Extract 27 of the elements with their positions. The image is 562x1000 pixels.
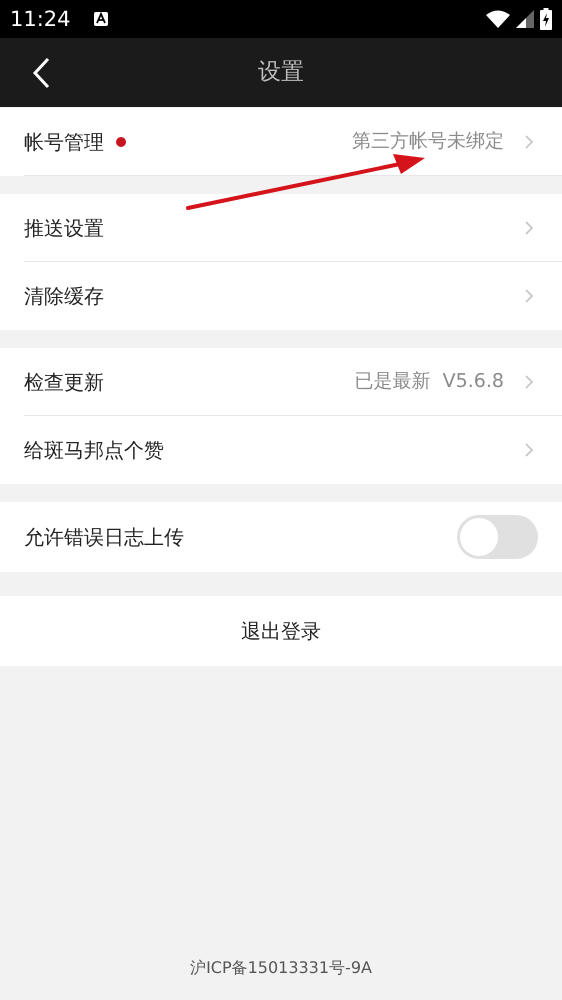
setting-label: 推送设置 — [24, 214, 104, 242]
logout-button[interactable]: 退出登录 — [0, 596, 562, 666]
version-text: V5.6.8 — [442, 369, 504, 394]
setting-label: 允许错误日志上传 — [24, 524, 184, 551]
chevron-icon — [524, 442, 534, 458]
keyboard-icon — [92, 11, 109, 27]
chevron-icon — [524, 134, 534, 150]
settings-row[interactable]: 检查更新 已是最新 V5.6.8 — [24, 348, 562, 416]
setting-label: 给斑马邦点个赞 — [24, 437, 164, 464]
battery-icon — [540, 8, 552, 30]
setting-value: 第三方帐号未绑定 — [352, 129, 504, 154]
toggle-switch[interactable] — [457, 515, 538, 559]
wifi-icon — [486, 10, 510, 28]
settings-row[interactable]: 清除缓存 — [24, 262, 562, 330]
setting-value: 已是最新 — [354, 369, 431, 394]
icp-footer: 沪ICP备15013331号-9A — [190, 956, 372, 980]
setting-label: 检查更新 — [24, 368, 104, 396]
chevron-icon — [524, 220, 534, 236]
settings-row[interactable]: 推送设置 — [24, 194, 562, 262]
setting-label: 清除缓存 — [24, 283, 104, 310]
chevron-icon — [524, 374, 534, 390]
chevron-icon — [524, 288, 534, 304]
signal-icon — [516, 10, 534, 28]
setting-label: 帐号管理 — [24, 128, 104, 156]
settings-row[interactable]: 给斑马邦点个赞 — [24, 416, 562, 484]
status-time: 11:24 — [10, 8, 71, 30]
page-title: 设置 — [258, 58, 304, 88]
